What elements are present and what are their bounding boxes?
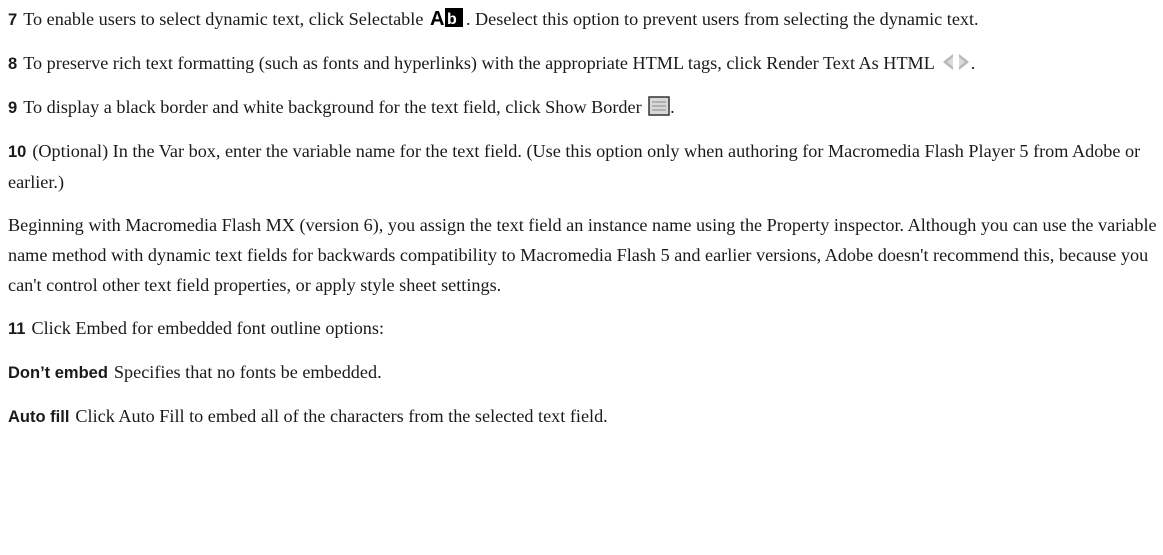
option-desc: Specifies that no fonts be embedded. — [113, 362, 382, 382]
step-9: 9 To display a black border and white bac… — [8, 92, 1157, 123]
step-8-text: To preserve rich text formatting (such a… — [23, 53, 935, 73]
render-html-icon — [941, 52, 971, 72]
option-dont-embed: Don’t embed Specifies that no fonts be em… — [8, 357, 1157, 388]
step-7: 7 To enable users to select dynamic text,… — [8, 4, 1157, 35]
show-border-icon — [648, 96, 670, 116]
step-8: 8 To preserve rich text formatting (such … — [8, 48, 1157, 79]
svg-text:A: A — [430, 8, 444, 28]
step-9-text-after: . — [670, 97, 675, 117]
step-10-text: (Optional) In the Var box, enter the var… — [8, 141, 1141, 192]
step-10: 10 (Optional) In the Var box, enter the v… — [8, 136, 1157, 197]
step-number: 8 — [8, 55, 18, 73]
step-7-text: To enable users to select dynamic text, … — [23, 9, 424, 29]
step-8-text-after: . — [970, 53, 976, 73]
step-9-text: To display a black border and white back… — [23, 97, 642, 117]
option-auto-fill: Auto fill Click Auto Fill to embed all of… — [8, 401, 1157, 432]
step-number: 11 — [8, 320, 26, 338]
document-page: 7 To enable users to select dynamic text,… — [0, 0, 1163, 432]
option-desc: Click Auto Fill to embed all of the char… — [75, 406, 608, 426]
note-paragraph: Beginning with Macromedia Flash MX (vers… — [8, 215, 1157, 295]
step-number: 10 — [8, 143, 27, 161]
selectable-icon: A b — [430, 6, 466, 28]
step-11: 11 Click Embed for embedded font outline … — [8, 313, 1157, 344]
step-11-text: Click Embed for embedded font outline op… — [31, 318, 385, 338]
step-number: 7 — [8, 11, 18, 29]
option-term: Auto fill — [8, 408, 70, 426]
step-7-text-after: . Deselect this option to prevent users … — [465, 9, 979, 29]
svg-text:b: b — [447, 11, 457, 28]
step-number: 9 — [8, 99, 18, 117]
option-term: Don’t embed — [8, 364, 108, 382]
